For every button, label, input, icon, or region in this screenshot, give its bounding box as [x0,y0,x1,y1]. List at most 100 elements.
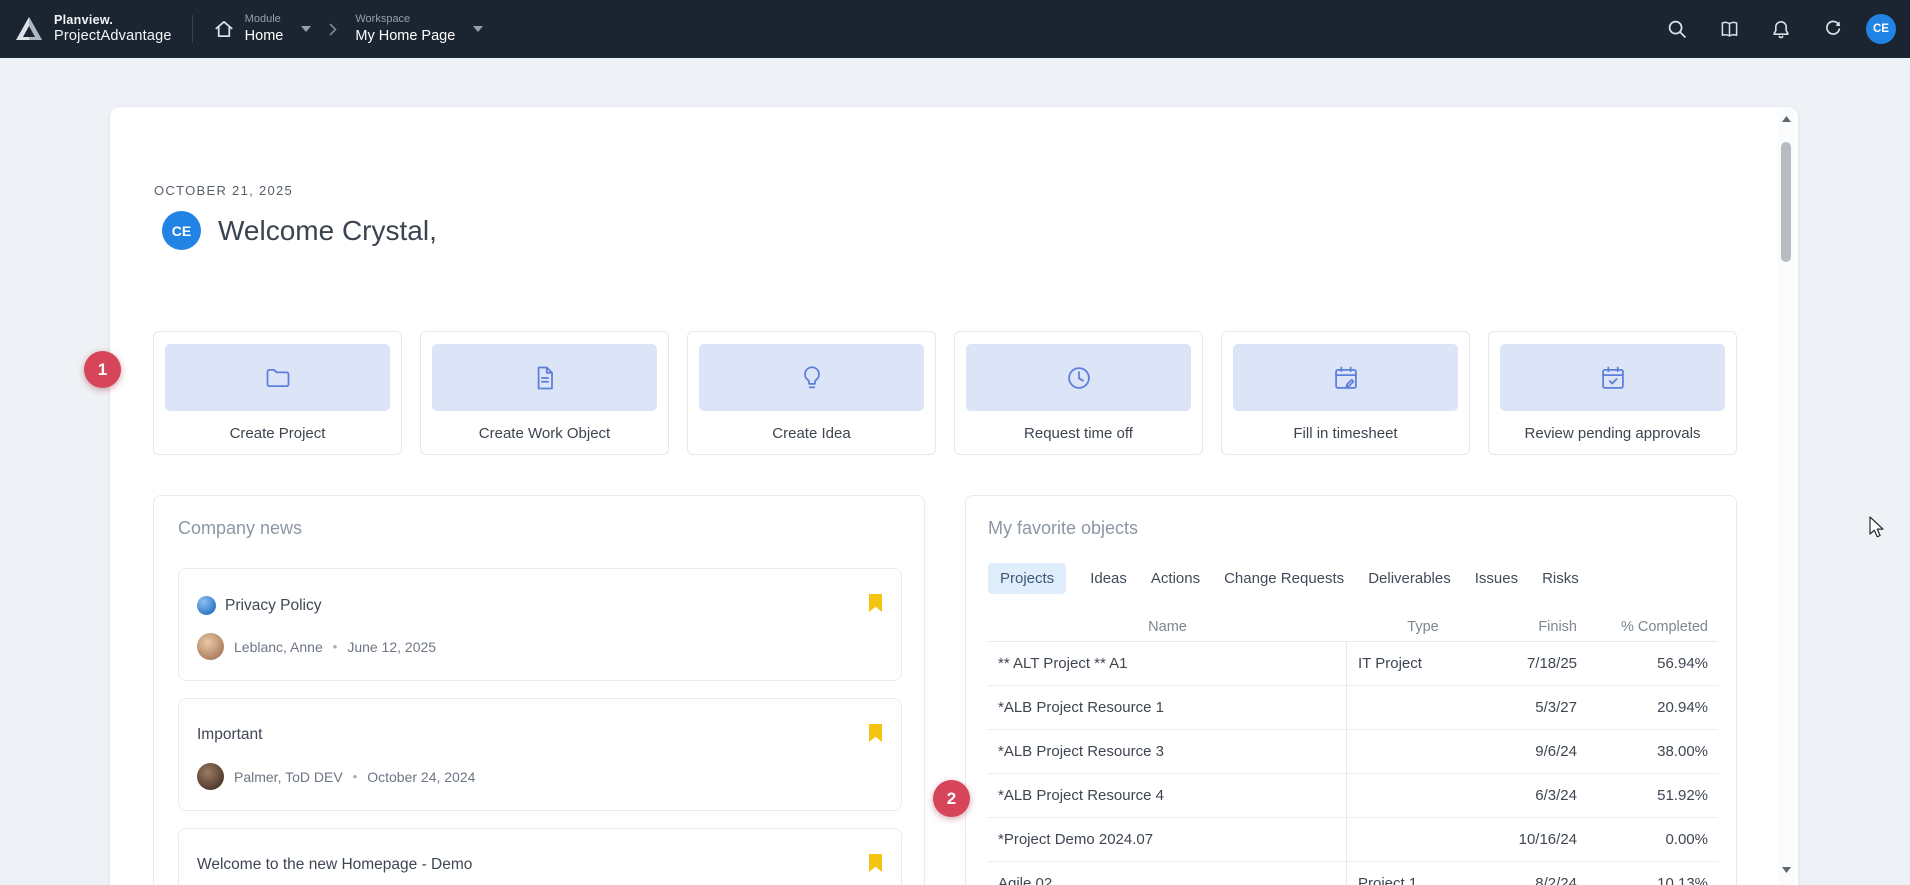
search-button[interactable] [1658,10,1696,48]
quick-action-label: Create Idea [772,425,850,442]
globe-icon [197,596,216,615]
quick-action-label: Fill in timesheet [1293,425,1397,442]
tab-actions[interactable]: Actions [1151,570,1200,587]
news-list: Privacy Policy Leblanc, Anne • June 12, … [178,568,902,885]
cell-name[interactable]: Agile 02 [988,862,1347,885]
panel-title: My favorite objects [988,518,1138,539]
workspace-selector[interactable]: Workspace My Home Page [355,13,483,45]
refresh-icon [1823,19,1843,39]
icon-tile [165,344,390,411]
folder-icon [264,364,292,392]
cell-completed: 10.13% [1587,875,1718,885]
table-row[interactable]: *ALB Project Resource 1 5/3/27 20.94% [988,686,1718,730]
scroll-down-arrow-icon[interactable] [1778,863,1794,877]
news-title: Important [197,726,262,744]
module-value: Home [245,27,284,45]
brand-name: Planview. [54,13,172,28]
column-header-type[interactable]: Type [1347,619,1499,635]
tab-deliverables[interactable]: Deliverables [1368,570,1451,587]
home-page-card: OCTOBER 21, 2025 CE Welcome Crystal, Cre… [110,107,1798,885]
cell-finish: 6/3/24 [1499,787,1587,804]
tab-ideas[interactable]: Ideas [1090,570,1127,587]
author-name: Leblanc, Anne [234,639,323,655]
avatar: CE [162,211,201,250]
bookmark-icon[interactable] [868,723,883,743]
news-item[interactable]: Privacy Policy Leblanc, Anne • June 12, … [178,568,902,681]
scrollbar-thumb[interactable] [1781,142,1791,262]
vertical-scrollbar[interactable] [1778,108,1794,885]
current-date: OCTOBER 21, 2025 [154,183,293,198]
news-date: October 24, 2024 [367,769,475,785]
help-library-button[interactable] [1710,10,1748,48]
module-selector[interactable]: Module Home [213,13,312,45]
cell-name[interactable]: *Project Demo 2024.07 [988,818,1347,861]
bell-icon [1771,19,1791,40]
annotation-badge-1: 1 [84,351,121,388]
notifications-button[interactable] [1762,10,1800,48]
table-row[interactable]: *ALB Project Resource 4 6/3/24 51.92% [988,774,1718,818]
user-avatar[interactable]: CE [1866,14,1896,44]
cell-type: Project 1 [1347,875,1499,885]
cell-completed: 20.94% [1587,699,1718,716]
calendar-check-icon [1599,364,1627,392]
welcome-header: CE Welcome Crystal, [162,211,437,250]
favorites-table: Name Type Finish % Completed ** ALT Proj… [988,612,1718,885]
brand-logo: Planview. ProjectAdvantage [14,13,172,45]
create-idea-card[interactable]: Create Idea [687,331,936,455]
table-row[interactable]: *Project Demo 2024.07 10/16/24 0.00% [988,818,1718,862]
tab-issues[interactable]: Issues [1475,570,1518,587]
chevron-down-icon [473,26,483,32]
cell-finish: 9/6/24 [1499,743,1587,760]
bookmark-icon[interactable] [868,853,883,873]
topbar-divider [192,15,193,43]
cell-finish: 8/2/24 [1499,875,1587,885]
cell-name[interactable]: ** ALT Project ** A1 [988,642,1347,685]
search-icon [1667,19,1687,39]
chevron-down-icon [301,26,311,32]
tab-projects[interactable]: Projects [988,563,1066,594]
request-time-off-card[interactable]: Request time off [954,331,1203,455]
news-item[interactable]: Important Palmer, ToD DEV • October 24, … [178,698,902,811]
lightbulb-icon [798,364,826,392]
cell-finish: 7/18/25 [1499,655,1587,672]
table-row[interactable]: ** ALT Project ** A1 IT Project 7/18/25 … [988,642,1718,686]
news-title: Welcome to the new Homepage - Demo [197,856,472,874]
create-work-object-card[interactable]: Create Work Object [420,331,669,455]
bookmark-icon[interactable] [868,593,883,613]
tab-risks[interactable]: Risks [1542,570,1579,587]
scroll-up-arrow-icon[interactable] [1778,112,1794,126]
favorite-objects-panel: My favorite objects Projects Ideas Actio… [965,495,1737,885]
column-header-name[interactable]: Name [988,619,1347,635]
create-project-card[interactable]: Create Project [153,331,402,455]
tab-change-requests[interactable]: Change Requests [1224,570,1344,587]
cell-name[interactable]: *ALB Project Resource 3 [988,730,1347,773]
table-row[interactable]: *ALB Project Resource 3 9/6/24 38.00% [988,730,1718,774]
welcome-message: Welcome Crystal, [218,215,437,247]
column-header-finish[interactable]: Finish [1499,619,1587,635]
refresh-button[interactable] [1814,10,1852,48]
quick-action-label: Create Project [230,425,326,442]
review-pending-approvals-card[interactable]: Review pending approvals [1488,331,1737,455]
meta-separator: • [333,639,338,654]
favorites-tabs: Projects Ideas Actions Change Requests D… [988,562,1579,594]
mouse-cursor [1868,516,1888,539]
cell-name[interactable]: *ALB Project Resource 1 [988,686,1347,729]
table-row[interactable]: Agile 02 Project 1 8/2/24 10.13% [988,862,1718,885]
book-icon [1719,19,1740,39]
column-header-completed[interactable]: % Completed [1587,619,1718,635]
news-item[interactable]: Welcome to the new Homepage - Demo [178,828,902,885]
icon-tile [699,344,924,411]
calendar-edit-icon [1332,364,1360,392]
breadcrumb-chevron-icon [329,23,337,36]
module-label: Module [245,13,284,27]
panel-title: Company news [178,518,302,539]
cell-completed: 38.00% [1587,743,1718,760]
cell-finish: 10/16/24 [1499,831,1587,848]
company-news-panel: Company news Privacy Policy Leblanc, Ann… [153,495,925,885]
cell-completed: 51.92% [1587,787,1718,804]
clock-icon [1065,364,1093,392]
author-avatar [197,633,224,660]
fill-in-timesheet-card[interactable]: Fill in timesheet [1221,331,1470,455]
topbar: Planview. ProjectAdvantage Module Home W… [0,0,1910,58]
cell-name[interactable]: *ALB Project Resource 4 [988,774,1347,817]
